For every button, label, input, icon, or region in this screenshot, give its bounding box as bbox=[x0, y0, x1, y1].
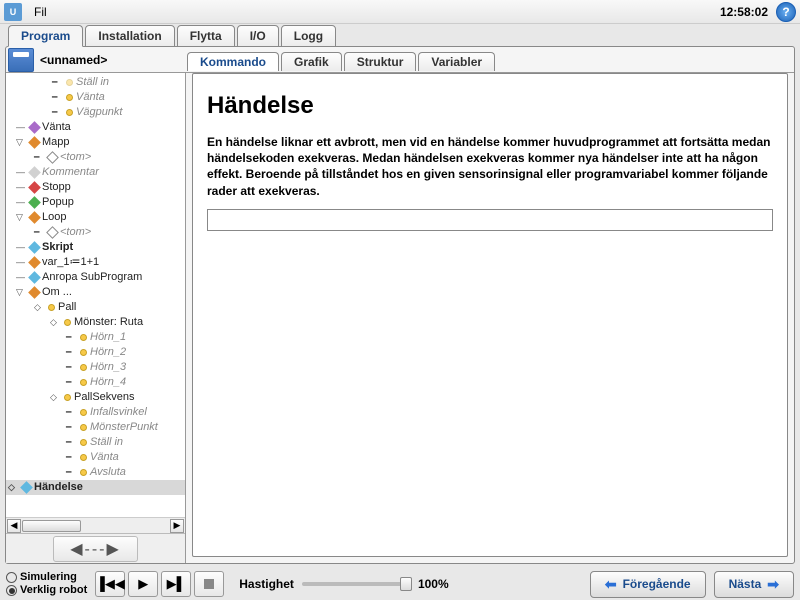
tree-nav-arrows[interactable]: ◀---▶ bbox=[53, 536, 138, 562]
subtab-grafik[interactable]: Grafik bbox=[281, 52, 342, 71]
tree-node[interactable]: ━Hörn_3 bbox=[6, 360, 185, 375]
subtab-struktur[interactable]: Struktur bbox=[344, 52, 417, 71]
tab-program[interactable]: Program bbox=[8, 25, 83, 47]
btn-skip-back-icon[interactable]: ▐◀◀ bbox=[95, 571, 125, 597]
content-title: Händelse bbox=[207, 92, 773, 120]
btn-play-icon[interactable]: ▶ bbox=[128, 571, 158, 597]
tree-node[interactable]: ━Vänta bbox=[6, 90, 185, 105]
program-tree[interactable]: ━Ställ in ━Vänta ━Vägpunkt —Vänta ▽Mapp … bbox=[6, 73, 185, 517]
tree-node[interactable]: —Kommentar bbox=[6, 165, 185, 180]
tree-node[interactable]: ▽Om ... bbox=[6, 285, 185, 300]
tree-node[interactable]: ◇Pall bbox=[6, 300, 185, 315]
right-panel: Händelse En händelse liknar ett avbrott,… bbox=[186, 73, 794, 563]
menubar: U Fil 12:58:02 ? bbox=[0, 0, 800, 24]
clock: 12:58:02 bbox=[720, 5, 772, 19]
tree-node[interactable]: ━Ställ in bbox=[6, 435, 185, 450]
tree-node[interactable]: —Stopp bbox=[6, 180, 185, 195]
btn-skip-fwd-icon[interactable]: ▶▌ bbox=[161, 571, 191, 597]
radio-simulation[interactable]: Simulering bbox=[6, 571, 87, 584]
program-tree-panel: ━Ställ in ━Vänta ━Vägpunkt —Vänta ▽Mapp … bbox=[6, 73, 186, 563]
btn-stop-icon[interactable] bbox=[194, 571, 224, 597]
tree-node[interactable]: ━Ställ in bbox=[6, 75, 185, 90]
tree-node[interactable]: ━Hörn_1 bbox=[6, 330, 185, 345]
subtab-kommando[interactable]: Kommando bbox=[187, 52, 279, 71]
tree-node[interactable]: ▽Mapp bbox=[6, 135, 185, 150]
file-name: <unnamed> bbox=[36, 53, 181, 67]
mode-radio-group: Simulering Verklig robot bbox=[6, 571, 87, 597]
tree-node[interactable]: —var_1≔1+1 bbox=[6, 255, 185, 270]
content-area: Händelse En händelse liknar ett avbrott,… bbox=[192, 73, 788, 557]
scroll-right-icon[interactable]: ▶ bbox=[170, 519, 184, 533]
tree-node[interactable]: ▽Loop bbox=[6, 210, 185, 225]
tree-node[interactable]: —Vänta bbox=[6, 120, 185, 135]
file-row: <unnamed> Kommando Grafik Struktur Varia… bbox=[6, 47, 794, 73]
tree-node[interactable]: ◇Mönster: Ruta bbox=[6, 315, 185, 330]
speed-value: 100% bbox=[418, 577, 449, 591]
tree-hscrollbar[interactable]: ◀ ▶ bbox=[6, 517, 185, 533]
tree-node[interactable]: ━Infallsvinkel bbox=[6, 405, 185, 420]
tree-node[interactable]: ━<tom> bbox=[6, 150, 185, 165]
tree-node[interactable]: ━Vägpunkt bbox=[6, 105, 185, 120]
tree-node-selected[interactable]: ◇Händelse bbox=[6, 480, 185, 495]
radio-real-robot[interactable]: Verklig robot bbox=[6, 584, 87, 597]
menu-fil[interactable]: Fil bbox=[26, 5, 55, 19]
scroll-left-icon[interactable]: ◀ bbox=[7, 519, 21, 533]
content-desc: En händelse liknar ett avbrott, men vid … bbox=[207, 134, 773, 199]
tree-node[interactable]: ━Avsluta bbox=[6, 465, 185, 480]
tree-node[interactable]: ━MönsterPunkt bbox=[6, 420, 185, 435]
tree-node[interactable]: ━Vänta bbox=[6, 450, 185, 465]
tab-flytta[interactable]: Flytta bbox=[177, 25, 235, 47]
subtab-variabler[interactable]: Variabler bbox=[418, 52, 495, 71]
app-logo: U bbox=[4, 3, 22, 21]
tree-node[interactable]: ━<tom> bbox=[6, 225, 185, 240]
expression-input[interactable] bbox=[207, 209, 773, 231]
main-tabs: Program Installation Flytta I/O Logg bbox=[0, 25, 800, 47]
save-icon[interactable] bbox=[8, 48, 34, 72]
sub-tabs: Kommando Grafik Struktur Variabler bbox=[181, 50, 497, 71]
tree-node[interactable]: —Anropa SubProgram bbox=[6, 270, 185, 285]
help-icon[interactable]: ? bbox=[776, 2, 796, 22]
tree-nav: ◀---▶ bbox=[6, 533, 185, 563]
tree-node[interactable]: ━Hörn_4 bbox=[6, 375, 185, 390]
tree-node[interactable]: ━Hörn_2 bbox=[6, 345, 185, 360]
tab-logg[interactable]: Logg bbox=[281, 25, 336, 47]
tab-installation[interactable]: Installation bbox=[85, 25, 174, 47]
prev-button[interactable]: Föregående bbox=[590, 571, 706, 598]
tree-node[interactable]: —Skript bbox=[6, 240, 185, 255]
speed-label: Hastighet bbox=[239, 577, 294, 591]
workspace: <unnamed> Kommando Grafik Struktur Varia… bbox=[5, 46, 795, 564]
transport-controls: ▐◀◀ ▶ ▶▌ bbox=[95, 571, 227, 597]
speed-slider[interactable] bbox=[302, 582, 412, 586]
bottom-bar: Simulering Verklig robot ▐◀◀ ▶ ▶▌ Hastig… bbox=[0, 568, 800, 600]
tab-io[interactable]: I/O bbox=[237, 25, 279, 47]
tree-node[interactable]: —Popup bbox=[6, 195, 185, 210]
tree-node[interactable]: ◇PallSekvens bbox=[6, 390, 185, 405]
next-button[interactable]: Nästa bbox=[714, 571, 794, 598]
